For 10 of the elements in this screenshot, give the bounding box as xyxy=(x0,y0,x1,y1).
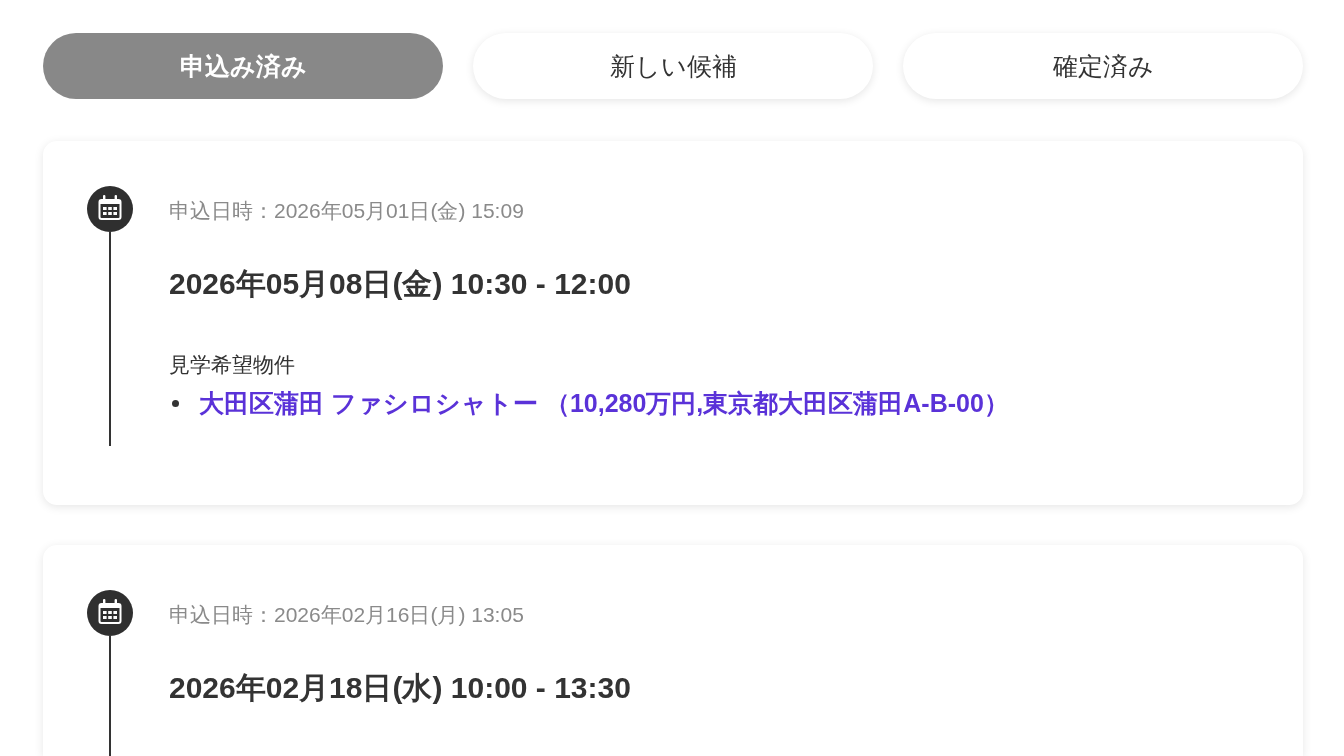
applied-datetime: 申込日時：2026年02月16日(月) 13:05 xyxy=(169,602,525,628)
tab[interactable]: 申込み済み xyxy=(43,33,443,99)
bullet-icon xyxy=(172,399,179,407)
properties-label: 見学希望物件 xyxy=(169,352,296,378)
visit-schedule: 2026年05月08日(金) 10:30 - 12:00 xyxy=(169,266,632,302)
tab[interactable]: 確定済み xyxy=(903,33,1303,99)
visit-schedule: 2026年02月18日(水) 10:00 - 13:30 xyxy=(169,670,632,706)
property-link[interactable]: 大田区蒲田 ファシロシャトー （10,280万円,東京都大田区蒲田A-B-00） xyxy=(199,387,1009,419)
applied-datetime: 申込日時：2026年05月01日(金) 15:09 xyxy=(169,198,525,224)
tab[interactable]: 新しい候補 xyxy=(473,33,873,99)
